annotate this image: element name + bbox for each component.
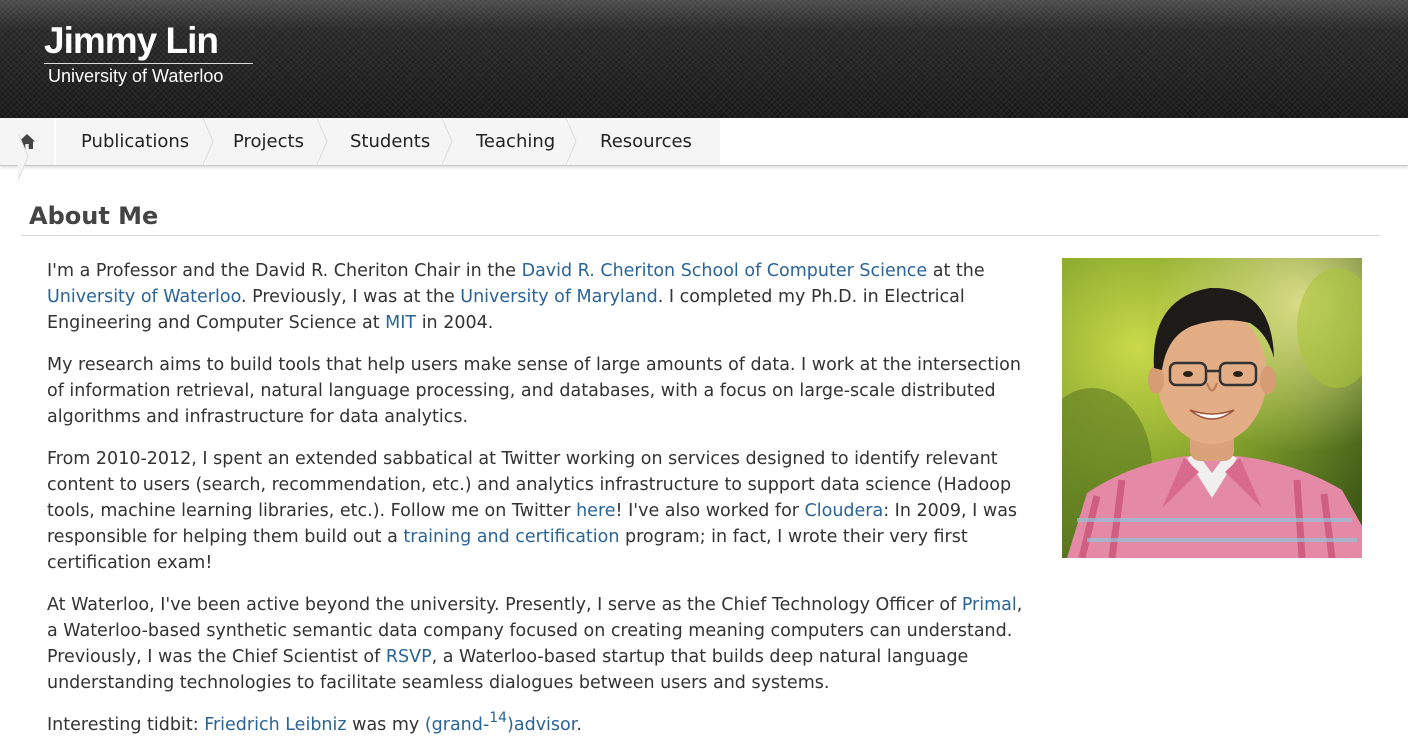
- nav-teaching[interactable]: Teaching: [445, 118, 577, 165]
- nav-home[interactable]: [0, 118, 54, 180]
- text: in 2004.: [416, 313, 494, 333]
- link-cheriton-school[interactable]: David R. Cheriton School of Computer Sci…: [522, 261, 928, 281]
- about-content: I'm a Professor and the David R. Cherito…: [47, 258, 1037, 754]
- bio-paragraph-2: My research aims to build tools that hel…: [47, 352, 1037, 430]
- portrait-illustration: [1062, 258, 1362, 558]
- nav-separator: [317, 118, 328, 165]
- bio-paragraph-5: Interesting tidbit: Friedrich Leibniz wa…: [47, 711, 1037, 738]
- link-university-of-waterloo[interactable]: University of Waterloo: [47, 287, 241, 307]
- site-title[interactable]: Jimmy Lin: [44, 20, 253, 62]
- site-subtitle: University of Waterloo: [48, 66, 224, 86]
- text: . Previously, I was at the: [240, 287, 461, 307]
- profile-photo: [1062, 258, 1362, 558]
- site-brand[interactable]: Jimmy Lin University of Waterloo: [44, 20, 253, 87]
- title-divider: [21, 235, 1380, 236]
- site-header: Jimmy Lin University of Waterloo: [0, 0, 1408, 118]
- text: Interesting tidbit:: [47, 715, 205, 735]
- nav-resources-label: Resources: [600, 131, 692, 152]
- link-university-of-maryland[interactable]: University of Maryland: [460, 287, 657, 307]
- brand-divider: [44, 63, 253, 64]
- nav-students[interactable]: Students: [320, 118, 453, 165]
- text: was my: [346, 715, 425, 735]
- nav-teaching-label: Teaching: [476, 131, 556, 152]
- link-training-certification[interactable]: training and certification: [403, 527, 619, 547]
- text: ! I've also worked for: [615, 501, 805, 521]
- link-primal[interactable]: Primal: [962, 595, 1017, 615]
- nav-students-label: Students: [350, 131, 431, 152]
- link-mit[interactable]: MIT: [385, 313, 416, 333]
- link-advisor-lineage[interactable]: (grand-14)advisor: [424, 711, 577, 735]
- nav-separator: [442, 118, 453, 165]
- nav-separator: [203, 118, 214, 165]
- bio-paragraph-1: I'm a Professor and the David R. Cherito…: [47, 258, 1037, 336]
- text: at the: [927, 261, 985, 281]
- text: )advisor: [507, 715, 577, 735]
- nav-projects-label: Projects: [233, 131, 304, 152]
- nav-resources[interactable]: Resources: [569, 118, 720, 165]
- link-twitter[interactable]: here: [576, 501, 615, 521]
- link-rsvp[interactable]: RSVP: [386, 647, 432, 667]
- text: I'm a Professor and the David R. Cherito…: [47, 261, 522, 281]
- nav-separator: [566, 118, 577, 165]
- main-navigation: Publications Projects Students Teaching …: [0, 118, 1408, 180]
- nav-projects[interactable]: Projects: [206, 118, 328, 165]
- nav-publications[interactable]: Publications: [56, 118, 214, 165]
- text: My research aims to build tools that hel…: [47, 355, 1021, 427]
- superscript: 14: [489, 710, 508, 726]
- link-leibniz[interactable]: Friedrich Leibniz: [204, 715, 346, 735]
- text: At Waterloo, I've been active beyond the…: [47, 595, 962, 615]
- page-title: About Me: [29, 202, 159, 230]
- nav-publications-label: Publications: [81, 131, 190, 152]
- bio-paragraph-4: At Waterloo, I've been active beyond the…: [47, 592, 1037, 696]
- link-cloudera[interactable]: Cloudera: [805, 501, 884, 521]
- text: (grand-: [424, 715, 490, 735]
- nav-separator: [18, 133, 29, 180]
- bio-paragraph-3: From 2010-2012, I spent an extended sabb…: [47, 446, 1037, 576]
- text: .: [576, 715, 582, 735]
